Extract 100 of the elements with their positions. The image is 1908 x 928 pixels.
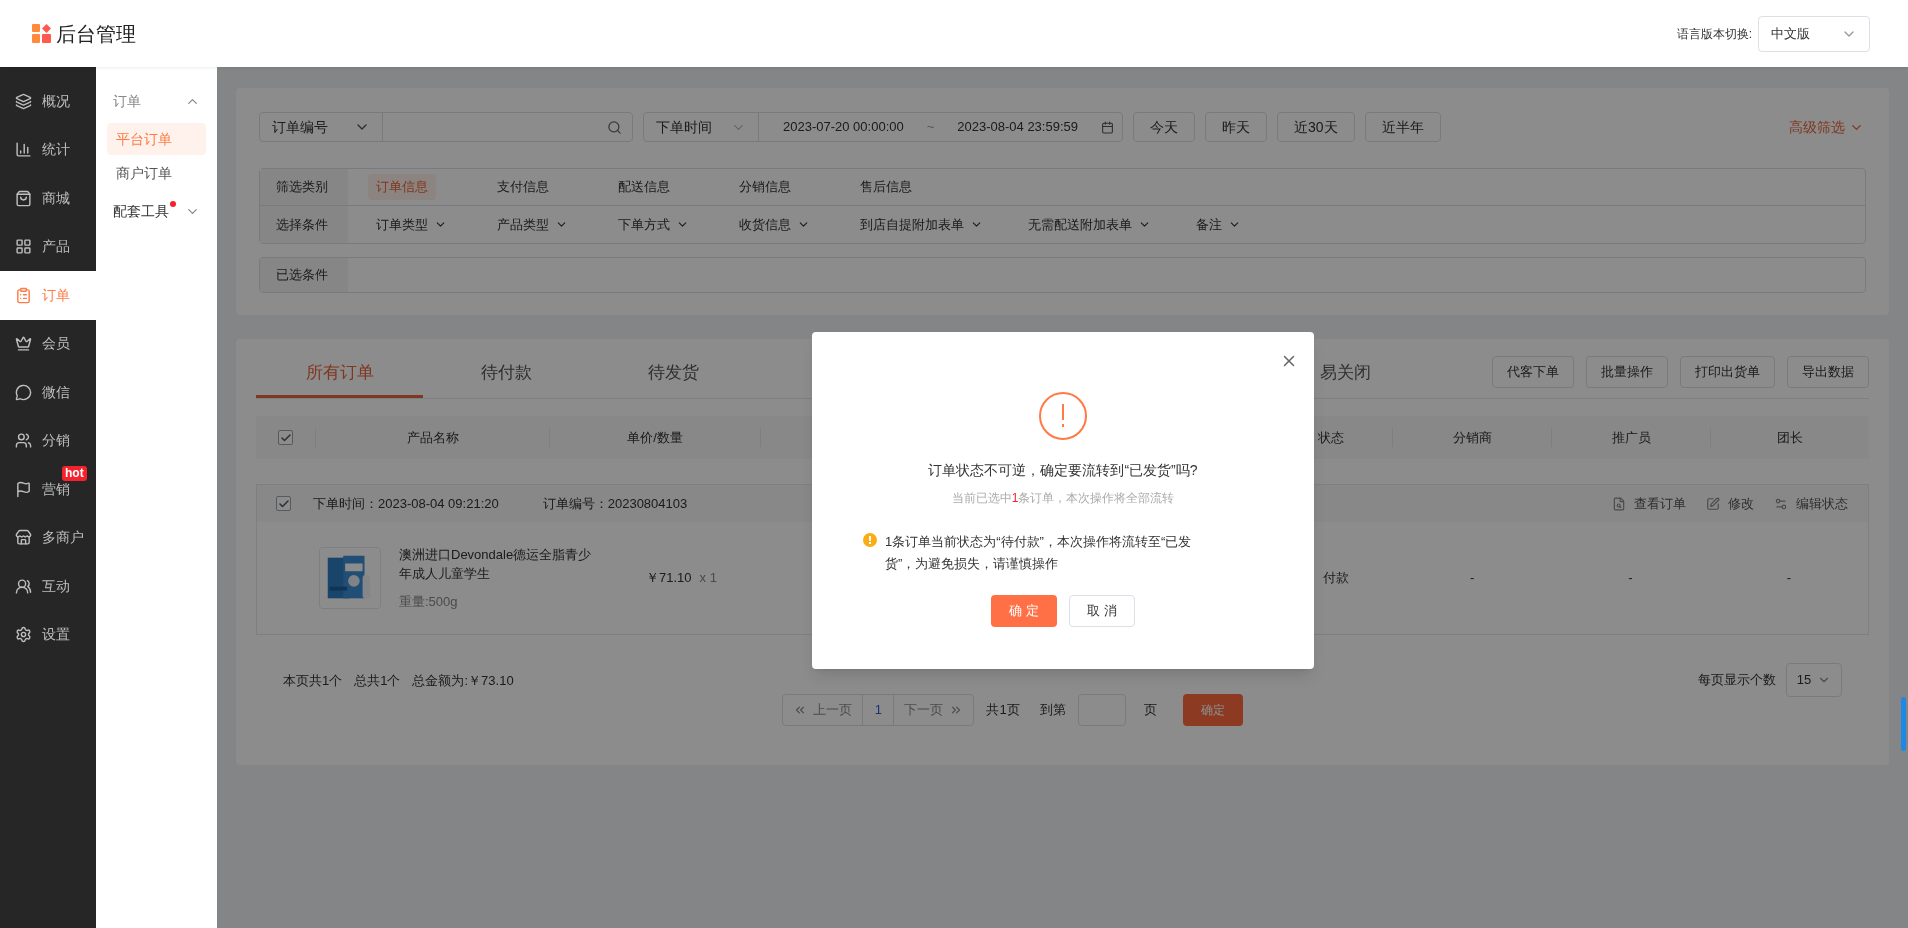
- table-cell: -: [1786, 570, 1791, 586]
- condition-dropdown[interactable]: 到店自提附加表单: [860, 214, 983, 235]
- toolbar-button[interactable]: 导出数据: [1787, 356, 1869, 388]
- checkbox[interactable]: [276, 496, 291, 511]
- column-header: 推广员: [1611, 429, 1651, 445]
- order-tab[interactable]: 易关闭: [1320, 350, 1380, 398]
- row-label: 筛选类别: [260, 169, 348, 205]
- nav-icon: [15, 92, 32, 110]
- product-weight: 重量:500g: [399, 592, 459, 611]
- dialog-note: 当前已选中1条订单，本次操作将全部流转: [951, 490, 1175, 507]
- language-label: 语言版本切换:: [1676, 25, 1752, 43]
- nav-icon: [15, 286, 32, 304]
- column-header: 团长: [1777, 429, 1803, 445]
- checkbox[interactable]: [278, 430, 293, 445]
- toolbar-button[interactable]: 打印出货单: [1680, 356, 1775, 388]
- condition-dropdown[interactable]: 下单方式: [618, 214, 689, 235]
- dialog-title: 订单状态不可逆，确定要流转到“已发货”吗?: [928, 461, 1198, 480]
- order-action-link[interactable]: 查看订单: [1612, 493, 1686, 514]
- action-icon: [1612, 496, 1626, 511]
- page-size-label: 每页显示个数: [1698, 671, 1776, 690]
- nav-icon: [15, 383, 32, 401]
- language-select[interactable]: 中文版: [1758, 15, 1870, 52]
- column-header: 单价/数量: [627, 429, 683, 445]
- sidebar-item[interactable]: 统计: [0, 125, 96, 174]
- sidebar-item[interactable]: 设置: [0, 610, 96, 659]
- date-range-button[interactable]: 昨天: [1205, 112, 1267, 142]
- product-name: 澳洲进口Devondale德运全脂青少年成人儿童学生: [399, 545, 593, 584]
- order-tab[interactable]: 待发货: [590, 350, 757, 398]
- sidebar-item[interactable]: 互动: [0, 562, 96, 611]
- menu-group[interactable]: 订单: [107, 81, 206, 121]
- summary-text: 总金额为:￥73.10: [412, 672, 514, 690]
- nav-icon: [15, 626, 32, 644]
- total-pages: 共1页: [986, 701, 1020, 720]
- action-icon: [1774, 496, 1788, 511]
- warning-icon: [863, 533, 877, 547]
- nav-icon: [15, 577, 32, 595]
- hot-badge: hot: [62, 466, 87, 481]
- search-field[interactable]: 订单编号: [259, 112, 633, 142]
- filter-category[interactable]: 配送信息: [610, 174, 678, 200]
- order-action-link[interactable]: 编辑状态: [1774, 493, 1848, 514]
- table-cell: -: [1628, 570, 1633, 586]
- order-time: 下单时间：2023-08-04 09:21:20: [313, 494, 499, 513]
- sidebar-item[interactable]: 订单: [0, 271, 96, 320]
- unit-price: ￥71.10: [646, 569, 692, 588]
- confirm-button[interactable]: 确 定: [991, 595, 1057, 627]
- date-range-button[interactable]: 近半年: [1364, 112, 1441, 142]
- nav-icon: [15, 432, 32, 450]
- sidebar-item[interactable]: 概况: [0, 77, 96, 126]
- table-cell: -: [1470, 570, 1475, 586]
- column-header: 分销商: [1452, 429, 1492, 445]
- order-tab[interactable]: 待付款: [423, 350, 590, 398]
- nav-icon: [15, 141, 32, 159]
- warning-text: 1条订单当前状态为“待付款”，本次操作将流转至“已发货”，为避免损失，请谨慎操作: [885, 533, 1193, 573]
- filter-category[interactable]: 分销信息: [731, 174, 799, 200]
- sidebar-item[interactable]: 商城: [0, 174, 96, 223]
- quantity: x 1: [699, 569, 717, 588]
- action-icon: [1706, 496, 1720, 511]
- nav-icon: [15, 480, 32, 498]
- toolbar-button[interactable]: 代客下单: [1492, 356, 1574, 388]
- toolbar-button[interactable]: 批量操作: [1586, 356, 1668, 388]
- goto-suffix: 页: [1143, 701, 1157, 720]
- column-header: 状态: [1318, 428, 1344, 447]
- date-range-button[interactable]: 近30天: [1277, 112, 1355, 142]
- order-number: 订单编号：20230804103: [542, 494, 688, 513]
- sidebar-item[interactable]: 产品: [0, 222, 96, 271]
- date-range-button[interactable]: 今天: [1133, 112, 1195, 142]
- page-size-select[interactable]: 15: [1786, 663, 1842, 697]
- sidebar-item[interactable]: 分销: [0, 416, 96, 465]
- order-action-link[interactable]: 修改: [1706, 493, 1754, 514]
- cancel-button[interactable]: 取 消: [1069, 595, 1135, 627]
- nav-icon: [15, 335, 32, 353]
- condition-dropdown[interactable]: 产品类型: [497, 214, 568, 235]
- nav-icon: [15, 189, 32, 207]
- menu-group[interactable]: 配套工具: [107, 191, 206, 231]
- app-title: 后台管理: [56, 21, 136, 47]
- condition-dropdown[interactable]: 收货信息: [739, 214, 810, 235]
- nav-icon: [15, 529, 32, 547]
- submenu-item[interactable]: 商户订单: [107, 157, 206, 189]
- row-label: 选择条件: [260, 206, 348, 243]
- filter-category[interactable]: 支付信息: [489, 174, 557, 200]
- advanced-filter-link[interactable]: 高级筛选: [1789, 116, 1866, 138]
- sidebar-item[interactable]: hot 营销: [0, 465, 96, 514]
- condition-dropdown[interactable]: 订单类型: [376, 214, 447, 235]
- sidebar-item[interactable]: 会员: [0, 319, 96, 368]
- page-number[interactable]: 1: [862, 695, 895, 725]
- sidebar-item[interactable]: 多商户: [0, 513, 96, 562]
- search-icon: [607, 119, 622, 135]
- logo-icon: [32, 23, 52, 44]
- goto-label: 到第: [1039, 701, 1066, 720]
- scroll-handle[interactable]: [1901, 697, 1906, 751]
- sidebar-item[interactable]: 微信: [0, 368, 96, 417]
- order-status: 付款: [1323, 569, 1349, 588]
- row-label: 已选条件: [260, 258, 348, 292]
- condition-dropdown[interactable]: 无需配送附加表单: [1028, 214, 1151, 235]
- condition-dropdown[interactable]: 备注: [1196, 214, 1241, 235]
- nav-icon: [15, 238, 32, 256]
- column-header: 产品名称: [406, 429, 459, 445]
- summary-text: 总共1个: [354, 672, 401, 690]
- summary-text: 本页共1个: [283, 672, 343, 690]
- filter-category[interactable]: 售后信息: [852, 174, 920, 200]
